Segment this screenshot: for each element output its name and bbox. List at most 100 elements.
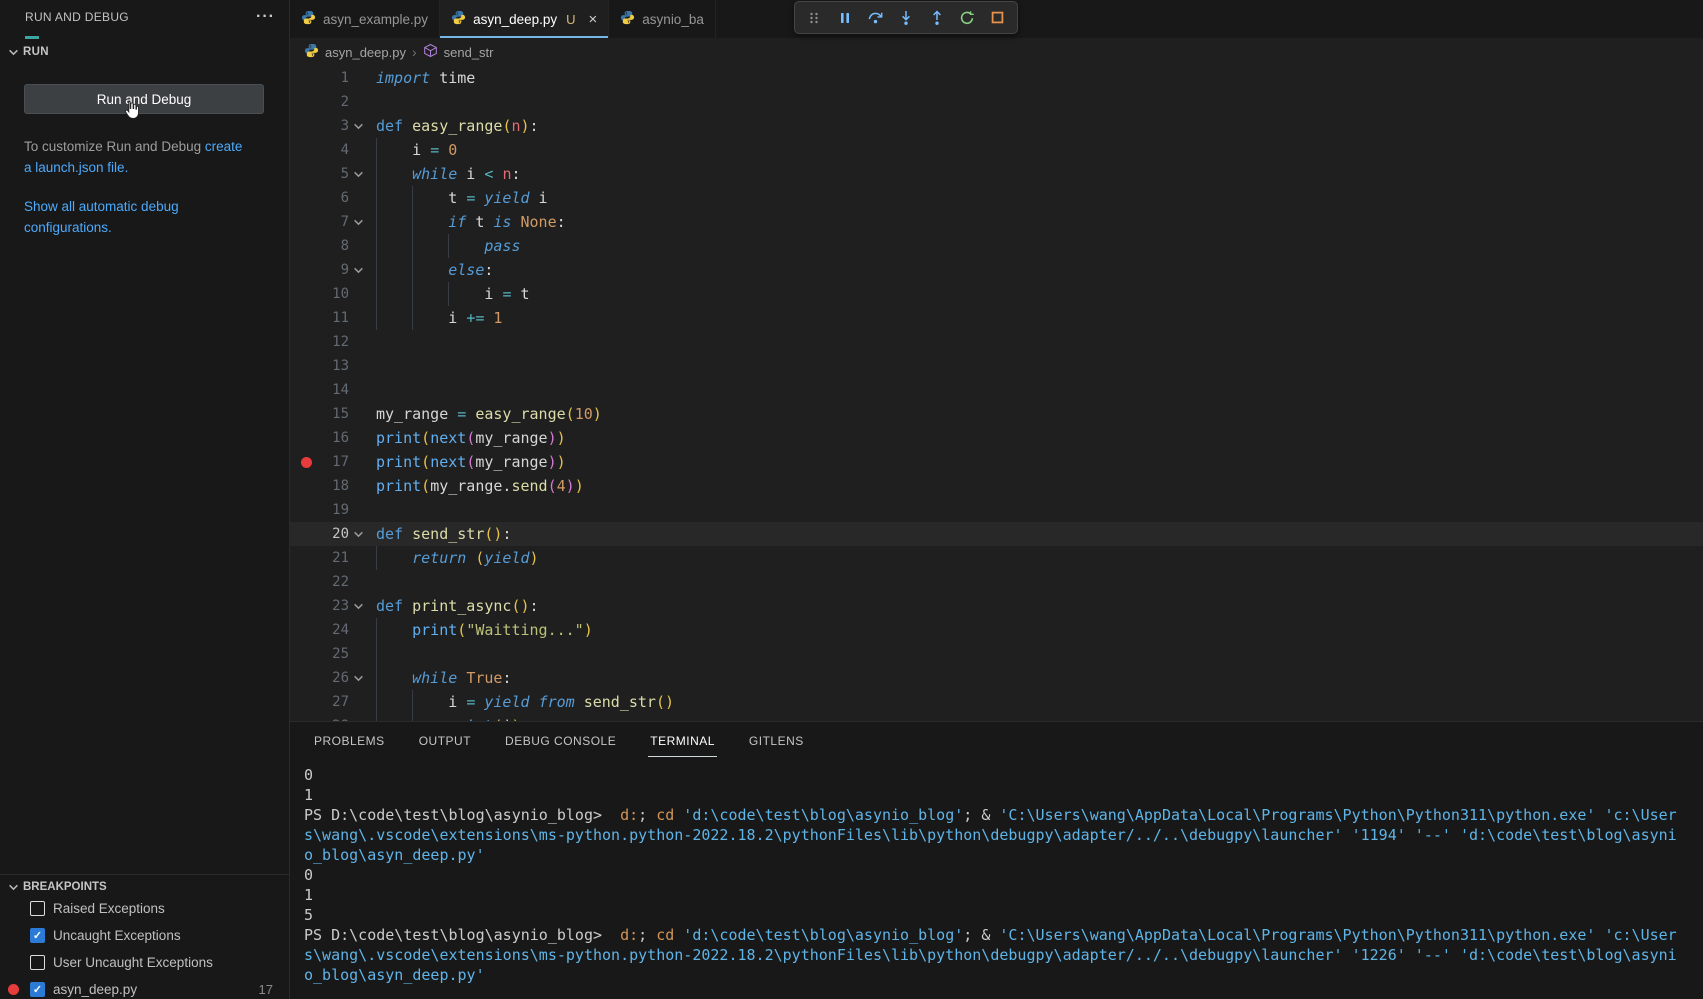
line-number: 23: [290, 594, 349, 618]
code-line-22[interactable]: 22: [290, 570, 1703, 594]
line-number: 16: [290, 426, 349, 450]
code-line-21[interactable]: 21 return (yield): [290, 546, 1703, 570]
breakpoint-item[interactable]: ✓ Uncaught Exceptions: [0, 922, 289, 949]
breakpoint-item[interactable]: ✓asyn_deep.py17: [0, 976, 289, 999]
tab-bar: asyn_example.pyasyn_deep.pyU×asynio_bay: [290, 0, 1703, 38]
section-run-header[interactable]: RUN: [8, 46, 49, 58]
restart-icon[interactable]: [954, 5, 980, 31]
panel-tab-output[interactable]: OUTPUT: [419, 734, 471, 748]
bottom-panel: PROBLEMS OUTPUT DEBUG CONSOLE TERMINAL GITLE…: [290, 721, 1703, 999]
breakpoint-item[interactable]: Raised Exceptions: [0, 895, 289, 922]
fold-chevron-icon[interactable]: [353, 259, 364, 283]
code-line-15[interactable]: 15 my_range = easy_range(10): [290, 402, 1703, 426]
run-and-debug-button[interactable]: Run and Debug: [24, 84, 264, 114]
tab-asyn_deep.py[interactable]: asyn_deep.pyU×: [440, 0, 609, 38]
code-line-9[interactable]: 9 else:: [290, 258, 1703, 282]
panel-tab-terminal[interactable]: TERMINAL: [650, 734, 715, 748]
breakpoint-label: asyn_deep.py: [53, 982, 137, 997]
code-text: def send_str():: [376, 522, 511, 546]
breakpoints-header[interactable]: BREAKPOINTS: [0, 875, 289, 895]
code-line-26[interactable]: 26 while True:: [290, 666, 1703, 690]
terminal-line-11: o_blog\asyn_deep.py': [304, 965, 1703, 985]
line-number: 27: [290, 690, 349, 714]
debug-toolbar: [794, 1, 1018, 34]
python-file-icon: [304, 43, 319, 61]
python-icon: [620, 10, 635, 28]
customize-hint: To customize Run and Debug create a laun…: [24, 136, 252, 178]
line-number: 25: [290, 642, 349, 666]
code-line-17[interactable]: 17print(next(my_range)): [290, 450, 1703, 474]
code-line-24[interactable]: 24 print("Waitting..."): [290, 618, 1703, 642]
code-line-27[interactable]: 27 i = yield from send_str(): [290, 690, 1703, 714]
code-editor[interactable]: 1import time23def easy_range(n):4 i = 05…: [290, 66, 1703, 721]
code-text: i += 1: [376, 306, 502, 330]
code-text: my_range = easy_range(10): [376, 402, 602, 426]
code-line-4[interactable]: 4 i = 0: [290, 138, 1703, 162]
fold-chevron-icon[interactable]: [353, 595, 364, 619]
code-line-2[interactable]: 2: [290, 90, 1703, 114]
checkbox[interactable]: [30, 955, 45, 970]
fold-chevron-icon[interactable]: [353, 523, 364, 547]
code-line-12[interactable]: 12: [290, 330, 1703, 354]
panel-tab-debug-console[interactable]: DEBUG CONSOLE: [505, 734, 616, 748]
step-over-icon[interactable]: [862, 5, 888, 31]
step-into-icon[interactable]: [893, 5, 919, 31]
code-line-14[interactable]: 14: [290, 378, 1703, 402]
fold-chevron-icon[interactable]: [353, 211, 364, 235]
checkbox[interactable]: ✓: [30, 982, 45, 997]
breakpoint-item[interactable]: User Uncaught Exceptions: [0, 949, 289, 976]
code-line-23[interactable]: 23def print_async():: [290, 594, 1703, 618]
code-line-19[interactable]: 19: [290, 498, 1703, 522]
terminal-output[interactable]: 01PS D:\code\test\blog\asynio_blog> d:; …: [290, 759, 1703, 985]
line-number: 8: [290, 234, 349, 258]
section-run-label: RUN: [23, 46, 49, 58]
code-line-13[interactable]: 13: [290, 354, 1703, 378]
show-debug-configurations-link[interactable]: Show all automatic debug configurations.: [24, 196, 236, 238]
checkbox[interactable]: ✓: [30, 928, 45, 943]
progress-dash: [25, 36, 39, 39]
line-number: 20: [290, 522, 349, 546]
line-number: 7: [290, 210, 349, 234]
sidebar-title: RUN AND DEBUG: [25, 10, 129, 24]
terminal-line-1: 0: [304, 765, 1703, 785]
fold-chevron-icon[interactable]: [353, 163, 364, 187]
breakpoint-label: Raised Exceptions: [53, 901, 165, 916]
breakpoint-label: Uncaught Exceptions: [53, 928, 181, 943]
code-line-20[interactable]: 20 def send_str():: [290, 522, 1703, 546]
python-icon: [301, 10, 316, 28]
code-line-11[interactable]: 11 i += 1: [290, 306, 1703, 330]
breadcrumb-symbol[interactable]: send_str: [444, 45, 494, 60]
code-line-5[interactable]: 5 while i < n:: [290, 162, 1703, 186]
code-line-25[interactable]: 25: [290, 642, 1703, 666]
panel-tab-problems[interactable]: PROBLEMS: [314, 734, 385, 748]
panel-tab-gitlens[interactable]: GITLENS: [749, 734, 804, 748]
line-number: 28: [290, 714, 349, 721]
code-line-6[interactable]: 6 t = yield i: [290, 186, 1703, 210]
gripper-icon[interactable]: [801, 5, 827, 31]
close-icon[interactable]: ×: [589, 11, 598, 28]
tab-label: asyn_deep.py: [473, 12, 557, 27]
chevron-down-icon: [8, 882, 19, 893]
pause-icon[interactable]: [832, 5, 858, 31]
breadcrumb-file[interactable]: asyn_deep.py: [325, 45, 406, 60]
tab-asynio_ba[interactable]: asynio_ba: [609, 0, 716, 38]
more-actions-icon[interactable]: ···: [256, 8, 275, 26]
step-out-icon[interactable]: [924, 5, 950, 31]
code-text: else:: [376, 258, 493, 282]
code-line-1[interactable]: 1import time: [290, 66, 1703, 90]
fold-chevron-icon[interactable]: [353, 115, 364, 139]
tab-asyn_example.py[interactable]: asyn_example.py: [290, 0, 440, 38]
code-line-28[interactable]: 28 print(i): [290, 714, 1703, 721]
code-line-10[interactable]: 10 i = t: [290, 282, 1703, 306]
line-number: 2: [290, 90, 349, 114]
code-line-18[interactable]: 18print(my_range.send(4)): [290, 474, 1703, 498]
checkbox[interactable]: [30, 901, 45, 916]
fold-chevron-icon[interactable]: [353, 667, 364, 691]
code-text: pass: [376, 234, 521, 258]
code-line-8[interactable]: 8 pass: [290, 234, 1703, 258]
stop-icon[interactable]: [985, 5, 1011, 31]
code-line-16[interactable]: 16print(next(my_range)): [290, 426, 1703, 450]
code-line-7[interactable]: 7 if t is None:: [290, 210, 1703, 234]
line-number: 15: [290, 402, 349, 426]
code-line-3[interactable]: 3def easy_range(n):: [290, 114, 1703, 138]
